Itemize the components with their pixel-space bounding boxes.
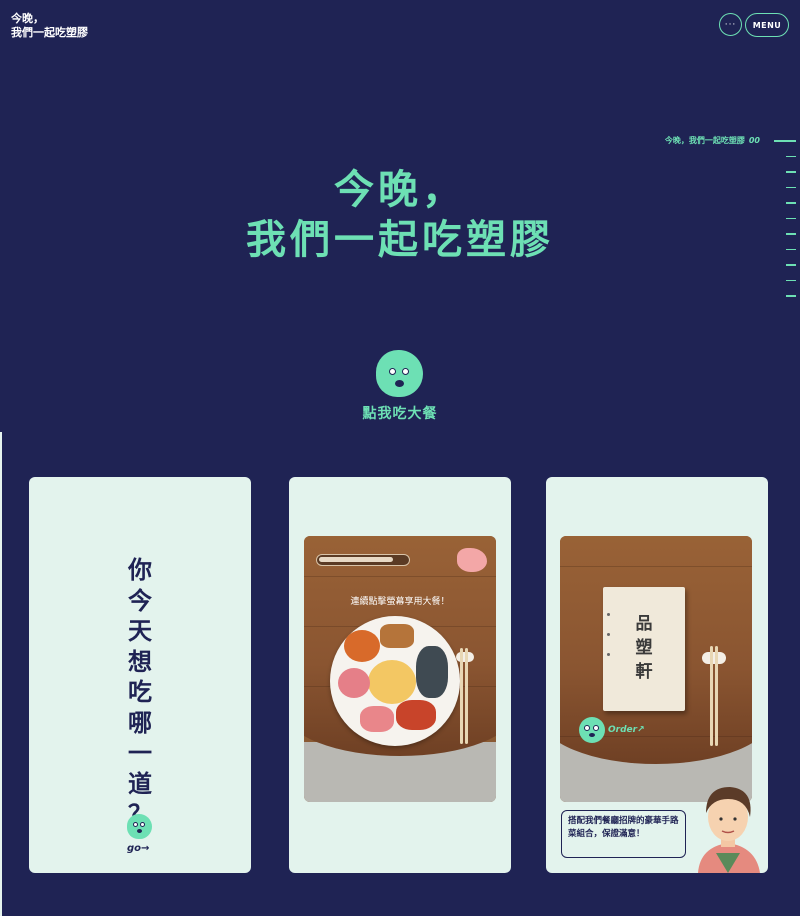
question-char: 你: [128, 555, 152, 584]
scroll-indicator-label: 今晚，我們一起吃塑膠 00: [665, 135, 760, 146]
logo-line-1: 今晚，: [11, 12, 44, 25]
menu-button[interactable]: MENU: [745, 13, 789, 37]
fullness-progress-bar: [316, 554, 410, 566]
menu-title-char: 軒: [635, 662, 653, 682]
mascot-eye: [593, 725, 599, 731]
question-char: 哪: [128, 707, 152, 737]
tap-instruction: 連續點擊螢幕享用大餐！: [350, 597, 450, 607]
menu-title-char: 塑: [635, 638, 653, 658]
scroll-tick[interactable]: [774, 140, 796, 142]
mascot-icon[interactable]: [376, 350, 423, 397]
chopstick: [715, 646, 718, 746]
question-text: 你 今 天 想 吃 哪 一 道 ？: [125, 555, 155, 830]
mascot-order-icon[interactable]: [579, 717, 605, 743]
mascot-eye: [133, 822, 138, 827]
chopstick: [710, 646, 713, 746]
question-char: 道: [128, 768, 152, 798]
go-link[interactable]: go→: [127, 843, 149, 854]
mascot-mouth: [589, 733, 595, 737]
meal-card[interactable]: 連續點擊螢幕享用大餐！: [289, 477, 511, 873]
crab-food: [396, 700, 436, 730]
mussels-food: [416, 646, 448, 698]
question-char: 天: [128, 616, 152, 645]
hero-title-line-1: 今晚，: [334, 166, 466, 213]
scroll-tick[interactable]: [786, 295, 796, 297]
mascot-mouth: [137, 829, 142, 833]
chopstick: [465, 648, 468, 744]
meal-scene[interactable]: 連續點擊螢幕享用大餐！: [304, 536, 496, 802]
mascot-eye: [402, 368, 409, 375]
noodles-food: [368, 660, 416, 704]
fried-chicken-food: [344, 630, 380, 662]
menu-title-char: 品: [635, 614, 653, 634]
mascot-small-icon[interactable]: [127, 814, 152, 839]
fried-fish-food: [380, 624, 414, 648]
food-plate[interactable]: [330, 616, 460, 746]
wood-grain: [560, 566, 752, 567]
question-card[interactable]: 你 今 天 想 吃 哪 一 道 ？ go→: [29, 477, 251, 873]
question-char: 一: [128, 738, 152, 767]
menu-book-title: 品 塑 軒: [603, 612, 685, 684]
question-char: 今: [128, 585, 152, 615]
restaurant-menu-book[interactable]: 品 塑 軒: [603, 587, 685, 711]
mascot-mouth: [395, 380, 404, 387]
scroll-indicator-number: 00: [748, 136, 760, 145]
order-link[interactable]: Order↗: [608, 725, 645, 735]
fullness-progress-fill: [319, 557, 393, 562]
wood-grain: [304, 576, 496, 577]
waitress-illustration: [698, 787, 760, 873]
scroll-tick[interactable]: [786, 155, 796, 157]
shrimp-food: [360, 706, 394, 732]
logo-line-2: 我們一起吃塑膠: [11, 26, 88, 39]
scroll-indicator-text: 今晚，我們一起吃塑膠: [664, 136, 745, 145]
edge-divider: [0, 432, 2, 916]
question-char: 吃: [128, 677, 152, 706]
site-logo[interactable]: 今晚， 我們一起吃塑膠: [11, 12, 88, 40]
order-scene[interactable]: 品 塑 軒 Order↗: [560, 536, 752, 802]
mascot-eye: [389, 368, 396, 375]
more-options-button[interactable]: ···: [719, 13, 742, 36]
chopstick: [460, 648, 463, 744]
stomach-icon: [457, 548, 487, 572]
mascot-eye: [140, 822, 145, 827]
hero-title: 今晚， 我們一起吃塑膠: [0, 165, 800, 265]
speech-bubble: 搭配我們餐廳招牌的豪華手路菜組合，保證滿意！: [561, 810, 686, 858]
sashimi-food: [338, 668, 370, 698]
mascot-eye: [584, 725, 590, 731]
chopstick-rest: [702, 652, 726, 664]
question-char: 想: [128, 646, 152, 676]
scroll-tick[interactable]: [786, 279, 796, 281]
order-card[interactable]: 品 塑 軒 Order↗ 搭配我們餐廳招牌的豪華手路菜組合，保證滿意！: [546, 477, 768, 873]
cta-label[interactable]: 點我吃大餐: [0, 403, 800, 423]
hero-title-line-2: 我們一起吃塑膠: [246, 216, 554, 263]
